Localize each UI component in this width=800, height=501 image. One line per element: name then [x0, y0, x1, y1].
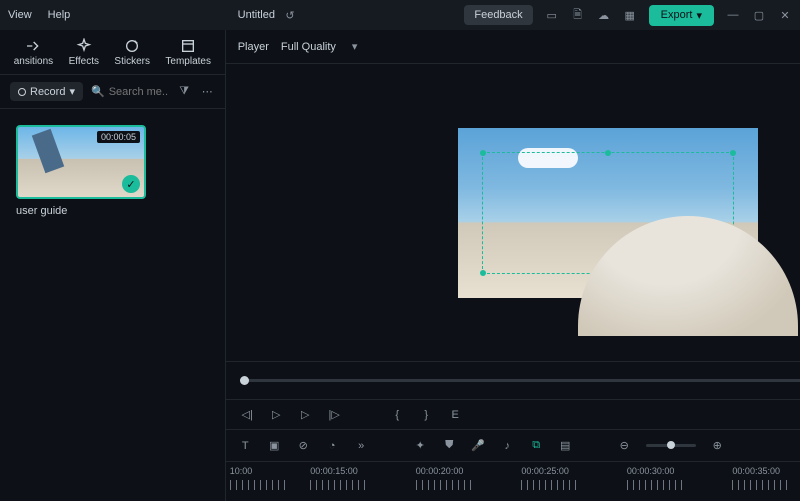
grid-icon[interactable]: ▦	[623, 8, 637, 22]
text-icon[interactable]: E	[448, 407, 463, 422]
search-icon: 🔍	[91, 85, 105, 98]
text-tool-icon[interactable]: T	[238, 438, 253, 453]
marker-icon[interactable]: ✦	[413, 438, 428, 453]
next-frame-icon[interactable]: |▷	[327, 407, 342, 422]
ruler-tick: 00:00:30:00	[627, 462, 675, 501]
selection-box[interactable]	[482, 152, 734, 274]
timeline-toolbar: T ▣ ⊘ ◔ » ✦ ⛊ 🎤 ♪ ⧉ ▤ ⊖ ⊕ ≣ ▾	[226, 429, 800, 461]
ruler-tick: 10:00	[230, 462, 253, 501]
player-label[interactable]: Player	[238, 41, 269, 53]
cloud-icon[interactable]: ☁	[597, 8, 611, 22]
preview-viewport[interactable]	[458, 128, 758, 298]
quality-selector[interactable]: Full Quality▾	[281, 40, 358, 53]
more-icon[interactable]: ⋯	[200, 84, 215, 99]
check-icon: ✓	[122, 175, 140, 193]
ruler-tick: 00:00:25:00	[521, 462, 569, 501]
save-icon[interactable]: 🗎	[571, 8, 585, 22]
brace-open-icon[interactable]: {	[390, 407, 405, 422]
zoom-slider[interactable]	[646, 444, 696, 447]
mic-icon[interactable]: 🎤	[471, 438, 486, 453]
close-icon[interactable]: ✕	[778, 8, 792, 22]
scrub-bar[interactable]	[240, 379, 800, 382]
document-title: Untitled	[238, 9, 275, 21]
menu-help[interactable]: Help	[48, 9, 71, 21]
speed-tool-icon[interactable]: ⊘	[296, 438, 311, 453]
brace-close-icon[interactable]: }	[419, 407, 434, 422]
minimize-icon[interactable]: —	[726, 8, 740, 22]
menu-view[interactable]: View	[8, 9, 32, 21]
ruler-tick: 00:00:35:00	[732, 462, 780, 501]
device-icon[interactable]: ▭	[545, 8, 559, 22]
ruler-tick: 00:00:15:00	[310, 462, 358, 501]
tab-effects[interactable]: Effects	[69, 38, 99, 67]
record-button[interactable]: Record▾	[10, 82, 83, 101]
player-panel: Player Full Quality▾ 🖼 00:00:00:00	[226, 30, 800, 501]
crop-tool-icon[interactable]: ▣	[267, 438, 282, 453]
play-icon[interactable]: ▷	[298, 407, 313, 422]
history-icon[interactable]: ↺	[283, 8, 297, 22]
search-input[interactable]: 🔍	[91, 85, 169, 98]
tab-transitions[interactable]: ansitions	[14, 38, 53, 67]
titlebar: View Help Untitled ↺ Feedback ▭ 🗎 ☁ ▦ Ex…	[0, 0, 800, 30]
play-back-icon[interactable]: ▷	[269, 407, 284, 422]
maximize-icon[interactable]: ▢	[752, 8, 766, 22]
zoom-in-icon[interactable]: ⊕	[710, 438, 725, 453]
clip-title: user guide	[16, 205, 146, 217]
link-icon[interactable]: ⧉	[529, 438, 544, 453]
layers-icon[interactable]: ▤	[558, 438, 573, 453]
ruler-tick: 00:00:20:00	[416, 462, 464, 501]
zoom-out-icon[interactable]: ⊖	[617, 438, 632, 453]
tab-stickers[interactable]: Stickers	[114, 38, 150, 67]
shield-icon[interactable]: ⛊	[442, 438, 457, 453]
filter-icon[interactable]: ⧩	[177, 84, 192, 99]
tab-templates[interactable]: Templates	[165, 38, 211, 67]
feedback-button[interactable]: Feedback	[464, 5, 532, 25]
media-panel: ansitions Effects Stickers Templates Rec…	[0, 30, 226, 501]
timeline-ruler[interactable]: 10:00 00:00:15:00 00:00:20:00 00:00:25:0…	[226, 461, 800, 501]
media-clip[interactable]: 00:00:05 ✓ user guide	[16, 125, 146, 217]
music-icon[interactable]: ♪	[500, 438, 515, 453]
prev-frame-icon[interactable]: ◁|	[240, 407, 255, 422]
clip-duration-badge: 00:00:05	[97, 131, 140, 143]
color-tool-icon[interactable]: ◔	[325, 438, 340, 453]
expand-icon[interactable]: »	[354, 438, 369, 453]
export-button[interactable]: Export▾	[649, 5, 714, 26]
